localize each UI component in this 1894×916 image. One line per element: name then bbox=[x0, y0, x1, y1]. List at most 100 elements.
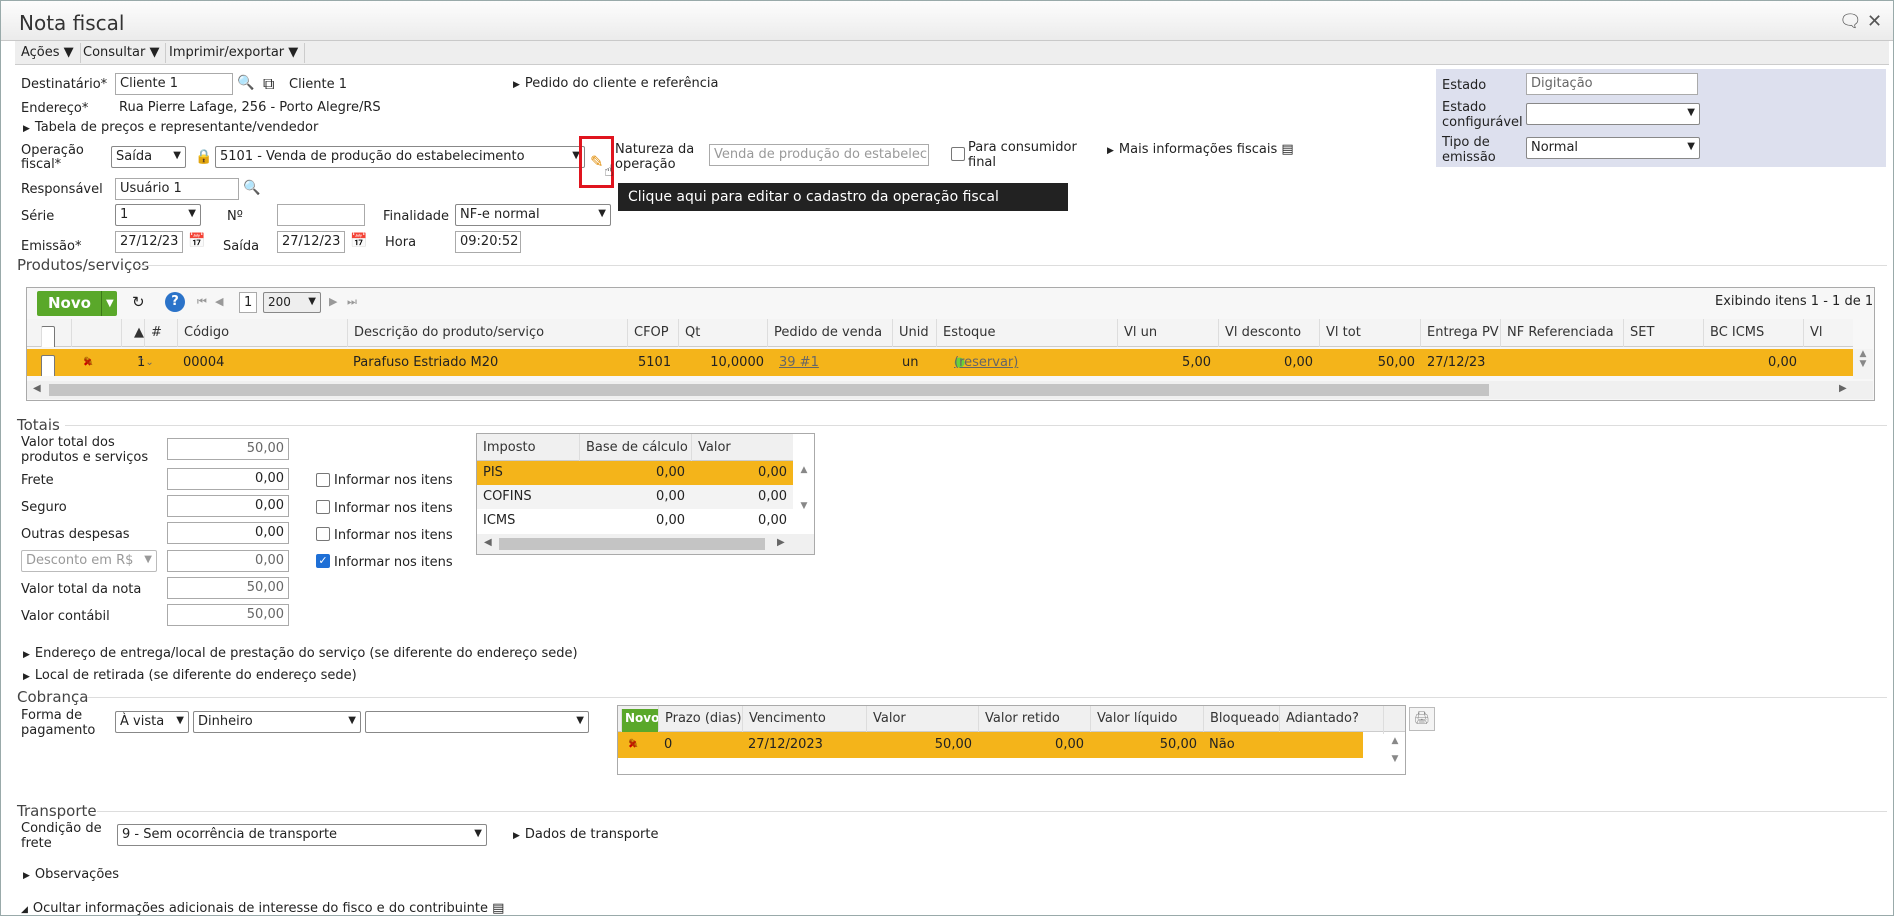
row-checkbox[interactable] bbox=[41, 355, 55, 376]
novo-parcela-button[interactable]: Novo bbox=[621, 709, 658, 734]
dados-transporte-toggle[interactable]: ▶ Dados de transporte bbox=[513, 827, 658, 842]
col-header[interactable]: Vl tot bbox=[1319, 319, 1421, 347]
select-all-checkbox[interactable] bbox=[41, 326, 55, 347]
comment-icon[interactable]: 🗨 bbox=[1839, 11, 1862, 32]
col-header[interactable]: Vl ICMS bbox=[1803, 319, 1853, 347]
col-header[interactable]: Entrega PV bbox=[1420, 319, 1500, 347]
col-header[interactable]: Adiantado? bbox=[1279, 706, 1383, 734]
table-row[interactable]: ✖ ✎ 1 ⌃⌄ 00004 Parafuso Estriado M20 510… bbox=[27, 349, 1853, 376]
col-header[interactable]: Vencimento bbox=[742, 706, 866, 734]
numero-input[interactable] bbox=[277, 204, 365, 226]
table-row[interactable]: ICMS 0,00 0,00 bbox=[477, 509, 793, 533]
print-icon[interactable]: 🖨 bbox=[1409, 707, 1435, 731]
col-header[interactable]: BC ICMS bbox=[1703, 319, 1803, 347]
scroll-thumb[interactable] bbox=[49, 384, 1489, 396]
condicao-frete-select[interactable]: 9 - Sem ocorrência de transporte ▼ bbox=[117, 824, 487, 846]
forma-pagamento-select[interactable]: À vista ▼ bbox=[115, 711, 189, 733]
horizontal-scrollbar[interactable]: ◀ ▶ bbox=[27, 381, 1873, 399]
responsavel-input[interactable]: Usuário 1 bbox=[115, 178, 239, 200]
close-icon[interactable]: ✕ bbox=[1867, 11, 1882, 32]
col-header[interactable]: NF Referenciada bbox=[1500, 319, 1628, 347]
meio-pagamento-select[interactable]: Dinheiro ▼ bbox=[193, 711, 361, 733]
observacoes-toggle[interactable]: ▶ Observações bbox=[23, 867, 119, 882]
col-header[interactable]: Unid bbox=[892, 319, 936, 347]
consumidor-final-checkbox[interactable] bbox=[951, 147, 965, 161]
table-row[interactable]: PIS 0,00 0,00 bbox=[477, 461, 793, 485]
scroll-right-icon[interactable]: ▶ bbox=[777, 537, 785, 548]
tabela-precos-toggle[interactable]: ▶ Tabela de preços e representante/vended… bbox=[23, 120, 318, 135]
scroll-right-icon[interactable]: ▶ bbox=[1839, 383, 1847, 394]
outras-informar-checkbox[interactable] bbox=[316, 527, 330, 541]
menu-imprimir[interactable]: Imprimir/exportar ▼ bbox=[163, 43, 306, 63]
col-header[interactable]: Valor bbox=[691, 434, 793, 462]
search-icon[interactable]: 🔍 bbox=[243, 180, 260, 196]
last-page-icon[interactable]: ⏭ bbox=[347, 295, 357, 309]
col-header[interactable]: CFOP bbox=[627, 319, 678, 347]
page-size-select[interactable]: 200 ▼ bbox=[263, 292, 321, 313]
finalidade-select[interactable]: NF-e normal ▼ bbox=[455, 204, 611, 226]
col-header[interactable]: Prazo (dias) bbox=[658, 706, 742, 734]
operacao-fiscal-select[interactable]: 5101 - Venda de produção do estabelecime… bbox=[215, 146, 585, 168]
col-header[interactable]: Código bbox=[177, 319, 357, 347]
col-header[interactable]: Descrição do produto/serviço bbox=[347, 319, 647, 347]
saida-input[interactable]: 27/12/23 bbox=[277, 231, 345, 253]
natureza-input[interactable]: Venda de produção do estabelecimento bbox=[709, 144, 929, 166]
seguro-informar-checkbox[interactable] bbox=[316, 500, 330, 514]
mais-info-toggle[interactable]: ▶ Mais informações fiscais ▤ bbox=[1107, 142, 1294, 157]
scroll-thumb[interactable] bbox=[499, 538, 765, 550]
pedido-ref-toggle[interactable]: ▶ Pedido do cliente e referência bbox=[513, 76, 718, 91]
calendar-icon[interactable]: 📅 bbox=[188, 233, 205, 249]
novo-produto-button[interactable]: Novo ▼ bbox=[37, 291, 117, 316]
next-page-icon[interactable]: ▶ bbox=[329, 295, 337, 308]
scroll-left-icon[interactable]: ◀ bbox=[484, 537, 492, 548]
table-row[interactable]: COFINS 0,00 0,00 bbox=[477, 485, 793, 509]
menu-consultar[interactable]: Consultar ▼ bbox=[77, 43, 167, 63]
estado-configuravel-select[interactable]: ▼ bbox=[1526, 103, 1700, 125]
reorder-icon[interactable]: ⌃⌄ bbox=[131, 349, 160, 376]
col-header[interactable]: Valor retido bbox=[978, 706, 1090, 734]
ocultar-toggle[interactable]: ◢ Ocultar informações adicionais de inter… bbox=[21, 901, 504, 915]
col-header[interactable]: Bloqueado bbox=[1203, 706, 1279, 734]
col-header[interactable]: Valor bbox=[866, 706, 978, 734]
col-header[interactable]: Base de cálculo bbox=[579, 434, 691, 462]
calendar-icon[interactable]: 📅 bbox=[350, 233, 367, 249]
serie-select[interactable]: 1 ▼ bbox=[115, 204, 201, 226]
help-icon[interactable]: ? bbox=[165, 292, 185, 312]
vertical-scrollbar[interactable]: ▲ ▼ bbox=[794, 461, 814, 533]
vertical-scrollbar[interactable]: ▲ ▼ bbox=[1853, 349, 1873, 379]
prev-page-icon[interactable]: ◀ bbox=[215, 295, 223, 308]
table-row[interactable]: ✖ ✎ 0 27/12/2023 50,00 0,00 50,00 Não bbox=[618, 732, 1363, 758]
extra-pagamento-select[interactable]: ▼ bbox=[365, 711, 589, 733]
pencil-edit-icon[interactable]: ✎ bbox=[590, 152, 603, 171]
retirada-toggle[interactable]: ▶ Local de retirada (se diferente do ende… bbox=[23, 668, 357, 683]
outras-input[interactable]: 0,00 bbox=[167, 522, 289, 544]
reservar-link[interactable]: (reservar) bbox=[948, 349, 1024, 376]
col-header[interactable]: Valor líquido bbox=[1090, 706, 1203, 734]
scroll-left-icon[interactable]: ◀ bbox=[33, 383, 41, 394]
hora-input[interactable]: 09:20:52 bbox=[455, 231, 521, 253]
emissao-input[interactable]: 27/12/23 bbox=[115, 231, 183, 253]
pencil-edit-icon[interactable]: ✎ bbox=[77, 349, 100, 376]
frete-informar-checkbox[interactable] bbox=[316, 473, 330, 487]
operacao-tipo-select[interactable]: Saída ▼ bbox=[111, 146, 186, 168]
seguro-input[interactable]: 0,00 bbox=[167, 495, 289, 517]
col-header[interactable]: Pedido de venda bbox=[767, 319, 893, 347]
pedido-link[interactable]: 39 #1 bbox=[773, 349, 892, 376]
col-header[interactable]: Vl un bbox=[1117, 319, 1217, 347]
col-header[interactable]: Qt bbox=[678, 319, 770, 347]
menu-acoes[interactable]: Ações ▼ bbox=[15, 43, 81, 63]
horizontal-scrollbar[interactable]: ◀ ▶ bbox=[477, 534, 814, 554]
destinatario-input[interactable]: Cliente 1 bbox=[115, 73, 233, 95]
pencil-edit-icon[interactable]: ✎ bbox=[622, 732, 645, 758]
destinatario-link[interactable]: Cliente 1 bbox=[289, 77, 347, 92]
col-header[interactable]: Imposto bbox=[477, 434, 579, 462]
frete-input[interactable]: 0,00 bbox=[167, 468, 289, 490]
vertical-scrollbar[interactable]: ▲ ▼ bbox=[1385, 732, 1405, 774]
entrega-toggle[interactable]: ▶ Endereço de entrega/local de prestação … bbox=[23, 646, 578, 661]
page-input[interactable]: 1 bbox=[239, 292, 257, 313]
first-page-icon[interactable]: ⏮ bbox=[197, 295, 207, 309]
search-icon[interactable]: 🔍 bbox=[237, 75, 254, 91]
col-header[interactable]: SET bbox=[1623, 319, 1703, 347]
external-link-icon[interactable]: ⧉ bbox=[263, 74, 274, 94]
tipo-emissao-select[interactable]: Normal ▼ bbox=[1526, 137, 1700, 159]
